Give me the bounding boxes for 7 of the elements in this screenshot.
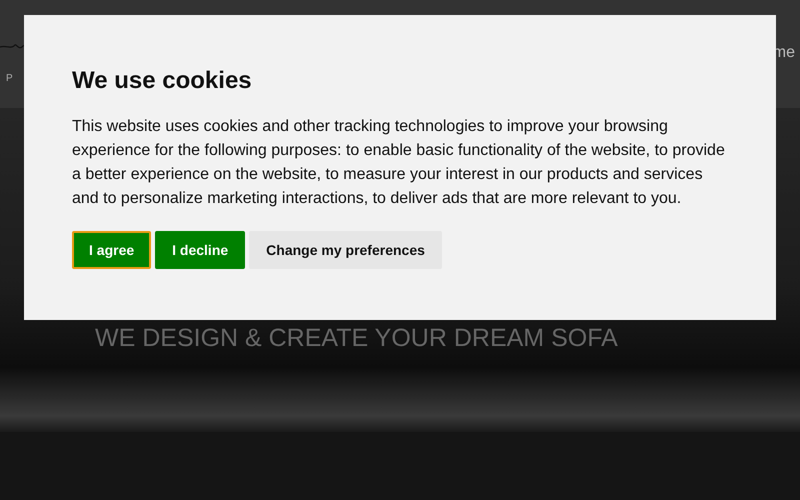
dialog-title: We use cookies <box>72 67 253 95</box>
dialog-text: This website uses cookies and other tracking technologies to improve your browsing experience for the following purposes: to enable basic functionality of the website, to provide a better experience on the website, to measure your interest in our products and services and to personalize marketing interactions, to deliver ads that are more relevant to you. <box>72 117 726 209</box>
cookie-button[interactable]: I decline <box>155 231 246 269</box>
cookie-button[interactable]: I agree <box>72 231 152 269</box>
hero-subtitle: WE DESIGN & CREATE YOUR DREAM SOFA <box>95 324 619 353</box>
logo-letter: P <box>6 73 13 84</box>
cookie-button[interactable]: Change my preferences <box>249 231 442 269</box>
